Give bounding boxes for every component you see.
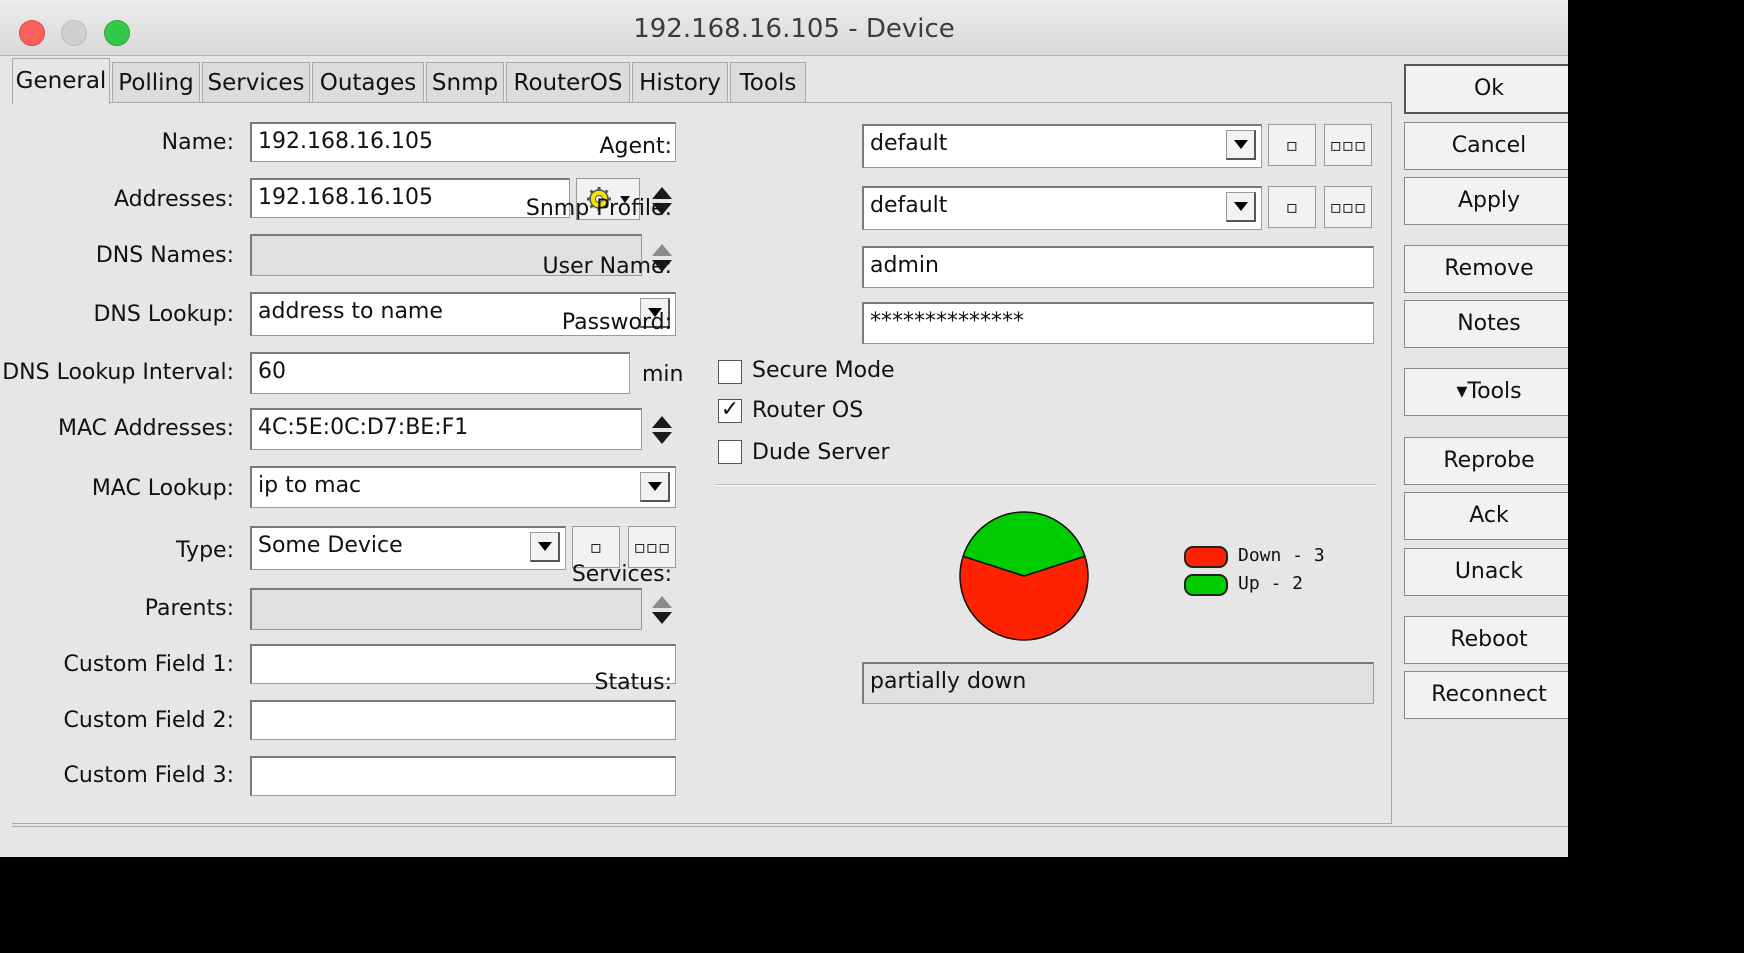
services-label: Services:: [571, 562, 672, 587]
custom-field-2-label: Custom Field 2:: [63, 708, 234, 733]
separator: [716, 484, 1376, 486]
password-label: Password:: [561, 310, 672, 335]
snmp-profile-label: Snmp Profile:: [525, 196, 672, 221]
mac-lookup-label: MAC Lookup:: [91, 476, 234, 501]
tools-menu-button[interactable]: ▾Tools: [1404, 368, 1568, 416]
mac-lookup-select[interactable]: ip to mac: [250, 466, 676, 508]
user-name-label: User Name:: [542, 254, 672, 279]
snmp-profile-dropdown-arrow[interactable]: [1226, 192, 1256, 222]
snmp-profile-list-button[interactable]: ▫▫▫: [1324, 186, 1372, 228]
dns-lookup-label: DNS Lookup:: [93, 302, 234, 327]
tab-general[interactable]: General: [12, 58, 110, 104]
tab-outages[interactable]: Outages: [312, 62, 424, 102]
dude-server-checkbox[interactable]: [718, 440, 742, 464]
agent-edit-button[interactable]: ▫: [1268, 124, 1316, 166]
tab-tools[interactable]: Tools: [730, 62, 806, 102]
name-label: Name:: [161, 130, 234, 155]
mac-addresses-field[interactable]: 4C:5E:0C:D7:BE:F1: [250, 408, 642, 450]
addresses-field[interactable]: 192.168.16.105: [250, 178, 570, 218]
ok-button[interactable]: Ok: [1404, 64, 1568, 114]
window-title: 192.168.16.105 - Device: [633, 14, 955, 44]
agent-label: Agent:: [599, 134, 672, 159]
notes-button[interactable]: Notes: [1404, 300, 1568, 348]
dns-lookup-interval-label: DNS Lookup Interval:: [2, 360, 234, 385]
reconnect-button[interactable]: Reconnect: [1404, 671, 1568, 719]
tab-services[interactable]: Services: [202, 62, 310, 102]
snmp-profile-select[interactable]: default: [862, 186, 1262, 230]
password-field[interactable]: **************: [862, 302, 1374, 344]
dns-lookup-interval-field[interactable]: 60: [250, 352, 630, 394]
tab-snmp[interactable]: Snmp: [426, 62, 504, 102]
interval-unit-label: min: [642, 362, 684, 387]
dude-server-label: Dude Server: [752, 440, 890, 465]
router-os-checkbox[interactable]: ✓: [718, 399, 742, 423]
parents-label: Parents:: [144, 596, 234, 621]
type-dropdown-arrow[interactable]: [530, 532, 560, 562]
reboot-button[interactable]: Reboot: [1404, 616, 1568, 664]
type-label: Type:: [176, 538, 234, 563]
apply-button[interactable]: Apply: [1404, 177, 1568, 225]
secure-mode-checkbox[interactable]: [718, 360, 742, 384]
legend-swatch-down: [1184, 546, 1228, 568]
tab-history[interactable]: History: [632, 62, 728, 102]
ack-button[interactable]: Ack: [1404, 492, 1568, 540]
secure-mode-label: Secure Mode: [752, 358, 895, 383]
remove-button[interactable]: Remove: [1404, 245, 1568, 293]
services-pie-chart: [959, 511, 1089, 641]
mac-addresses-label: MAC Addresses:: [57, 416, 234, 441]
agent-select[interactable]: default: [862, 124, 1262, 168]
mac-lookup-dropdown-arrow[interactable]: [640, 472, 670, 502]
tab-routeros[interactable]: RouterOS: [506, 62, 630, 102]
agent-list-button[interactable]: ▫▫▫: [1324, 124, 1372, 166]
addresses-label: Addresses:: [113, 187, 234, 212]
parents-updown[interactable]: [650, 594, 672, 628]
custom-field-2-input[interactable]: [250, 700, 676, 740]
snmp-profile-edit-button[interactable]: ▫: [1268, 186, 1316, 228]
router-os-label: Router OS: [752, 398, 864, 423]
cancel-button[interactable]: Cancel: [1404, 122, 1568, 170]
mac-addresses-updown[interactable]: [650, 414, 672, 448]
user-name-field[interactable]: admin: [862, 246, 1374, 288]
agent-dropdown-arrow[interactable]: [1226, 130, 1256, 160]
status-field: partially down: [862, 662, 1374, 704]
status-bar: [12, 826, 1568, 857]
parents-field[interactable]: [250, 588, 642, 630]
device-window: 192.168.16.105 - Device General Polling …: [0, 0, 1568, 857]
type-select[interactable]: Some Device: [250, 526, 566, 570]
dns-names-label: DNS Names:: [95, 243, 234, 268]
legend-label-down: Down - 3: [1238, 545, 1325, 566]
title-bar[interactable]: 192.168.16.105 - Device: [0, 0, 1568, 56]
custom-field-3-input[interactable]: [250, 756, 676, 796]
custom-field-3-label: Custom Field 3:: [63, 763, 234, 788]
tab-polling[interactable]: Polling: [112, 62, 200, 102]
custom-field-1-label: Custom Field 1:: [63, 652, 234, 677]
legend-label-up: Up - 2: [1238, 573, 1304, 594]
legend-swatch-up: [1184, 574, 1228, 596]
unack-button[interactable]: Unack: [1404, 548, 1568, 596]
reprobe-button[interactable]: Reprobe: [1404, 437, 1568, 485]
status-label: Status:: [594, 670, 672, 695]
